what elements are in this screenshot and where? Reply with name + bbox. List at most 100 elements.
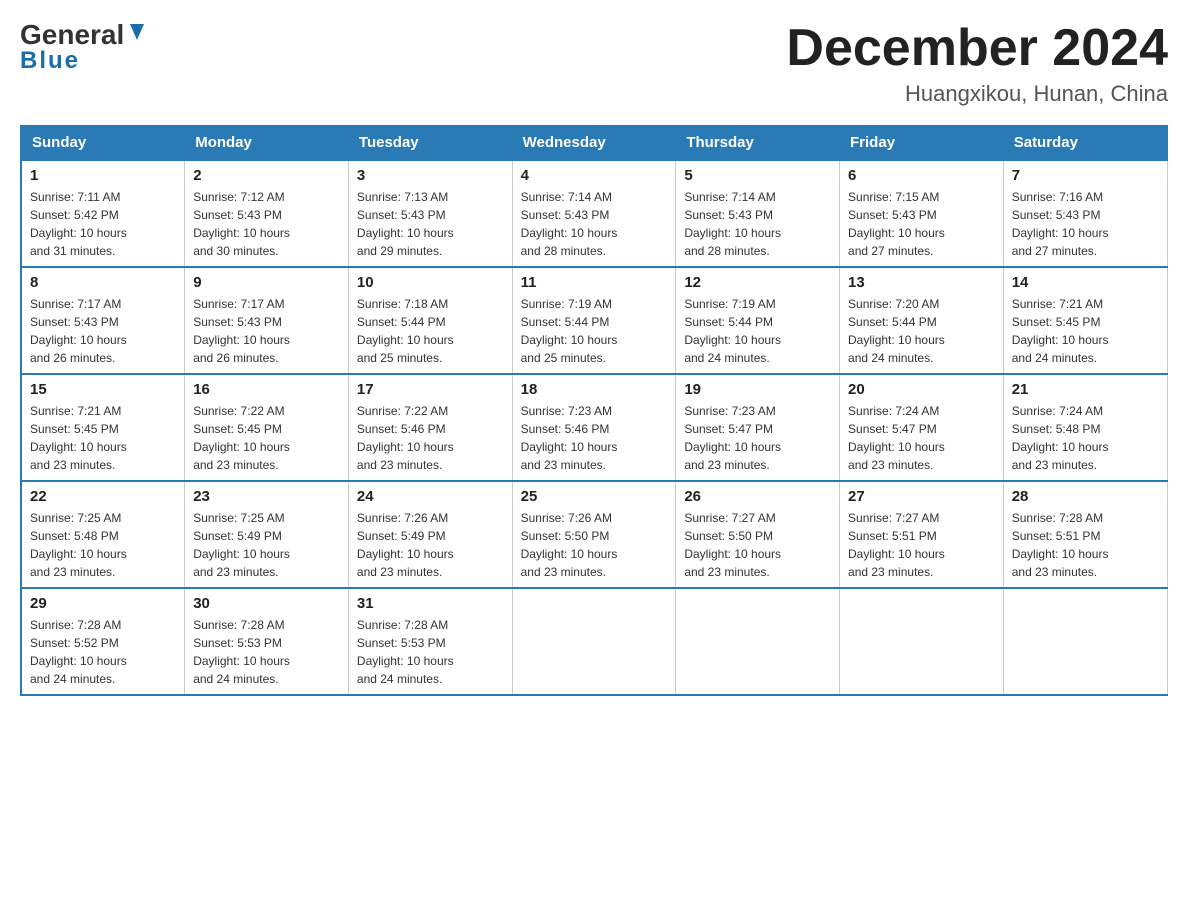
calendar-table: SundayMondayTuesdayWednesdayThursdayFrid… [20,125,1168,696]
day-info: Sunrise: 7:11 AMSunset: 5:42 PMDaylight:… [30,188,176,260]
day-info: Sunrise: 7:27 AMSunset: 5:51 PMDaylight:… [848,509,995,581]
title-block: December 2024 Huangxikou, Hunan, China [786,20,1168,107]
day-number: 9 [193,274,340,291]
day-number: 13 [848,274,995,291]
calendar-cell: 11 Sunrise: 7:19 AMSunset: 5:44 PMDayligh… [512,267,676,374]
calendar-cell: 29Sunrise: 7:28 AMSunset: 5:52 PMDayligh… [21,588,185,695]
day-number: 19 [684,381,831,398]
calendar-cell [1003,588,1167,695]
calendar-header-row: SundayMondayTuesdayWednesdayThursdayFrid… [21,126,1167,161]
day-info: Sunrise: 7:27 AMSunset: 5:50 PMDaylight:… [684,509,831,581]
calendar-cell: 14 Sunrise: 7:21 AMSunset: 5:45 PMDayligh… [1003,267,1167,374]
day-info: Sunrise: 7:24 AMSunset: 5:47 PMDaylight:… [848,402,995,474]
day-info: Sunrise: 7:23 AMSunset: 5:47 PMDaylight:… [684,402,831,474]
day-number: 8 [30,274,176,291]
day-info: Sunrise: 7:17 AMSunset: 5:43 PMDaylight:… [193,295,340,367]
day-info: Sunrise: 7:13 AMSunset: 5:43 PMDaylight:… [357,188,504,260]
calendar-cell: 30 Sunrise: 7:28 AMSunset: 5:53 PMDayligh… [185,588,349,695]
calendar-cell: 20 Sunrise: 7:24 AMSunset: 5:47 PMDayligh… [840,374,1004,481]
day-number: 22 [30,488,176,505]
day-info: Sunrise: 7:28 AMSunset: 5:52 PMDaylight:… [30,616,176,688]
calendar-cell: 21 Sunrise: 7:24 AMSunset: 5:48 PMDayligh… [1003,374,1167,481]
day-number: 5 [684,167,831,184]
day-info: Sunrise: 7:26 AMSunset: 5:50 PMDaylight:… [521,509,668,581]
logo-sub-text: Blue [20,47,80,75]
day-info: Sunrise: 7:19 AMSunset: 5:44 PMDaylight:… [521,295,668,367]
calendar-cell: 9 Sunrise: 7:17 AMSunset: 5:43 PMDaylight… [185,267,349,374]
day-header-saturday: Saturday [1003,126,1167,161]
calendar-cell: 12Sunrise: 7:19 AMSunset: 5:44 PMDayligh… [676,267,840,374]
day-info: Sunrise: 7:24 AMSunset: 5:48 PMDaylight:… [1012,402,1159,474]
calendar-cell: 8 Sunrise: 7:17 AMSunset: 5:43 PMDaylight… [21,267,185,374]
day-number: 4 [521,167,668,184]
day-number: 23 [193,488,340,505]
calendar-cell: 15Sunrise: 7:21 AMSunset: 5:45 PMDayligh… [21,374,185,481]
calendar-cell: 2 Sunrise: 7:12 AMSunset: 5:43 PMDaylight… [185,160,349,267]
page-header: General Blue December 2024 Huangxikou, H… [20,20,1168,107]
calendar-cell: 24Sunrise: 7:26 AMSunset: 5:49 PMDayligh… [348,481,512,588]
month-title: December 2024 [786,20,1168,77]
day-number: 18 [521,381,668,398]
calendar-cell: 5 Sunrise: 7:14 AMSunset: 5:43 PMDaylight… [676,160,840,267]
day-number: 24 [357,488,504,505]
calendar-cell: 13 Sunrise: 7:20 AMSunset: 5:44 PMDayligh… [840,267,1004,374]
logo: General Blue [20,20,148,75]
calendar-cell: 26 Sunrise: 7:27 AMSunset: 5:50 PMDayligh… [676,481,840,588]
day-info: Sunrise: 7:19 AMSunset: 5:44 PMDaylight:… [684,295,831,367]
calendar-cell: 28Sunrise: 7:28 AMSunset: 5:51 PMDayligh… [1003,481,1167,588]
day-info: Sunrise: 7:12 AMSunset: 5:43 PMDaylight:… [193,188,340,260]
day-number: 11 [521,274,668,291]
calendar-cell [676,588,840,695]
day-number: 1 [30,167,176,184]
calendar-cell: 23 Sunrise: 7:25 AMSunset: 5:49 PMDayligh… [185,481,349,588]
day-info: Sunrise: 7:22 AMSunset: 5:46 PMDaylight:… [357,402,504,474]
day-number: 2 [193,167,340,184]
calendar-cell: 6 Sunrise: 7:15 AMSunset: 5:43 PMDaylight… [840,160,1004,267]
day-number: 7 [1012,167,1159,184]
calendar-cell: 4 Sunrise: 7:14 AMSunset: 5:43 PMDaylight… [512,160,676,267]
day-info: Sunrise: 7:14 AMSunset: 5:43 PMDaylight:… [684,188,831,260]
calendar-week-row: 29Sunrise: 7:28 AMSunset: 5:52 PMDayligh… [21,588,1167,695]
day-info: Sunrise: 7:25 AMSunset: 5:48 PMDaylight:… [30,509,176,581]
calendar-cell: 16Sunrise: 7:22 AMSunset: 5:45 PMDayligh… [185,374,349,481]
calendar-week-row: 15Sunrise: 7:21 AMSunset: 5:45 PMDayligh… [21,374,1167,481]
day-number: 14 [1012,274,1159,291]
day-number: 3 [357,167,504,184]
calendar-week-row: 1 Sunrise: 7:11 AMSunset: 5:42 PMDaylight… [21,160,1167,267]
day-header-friday: Friday [840,126,1004,161]
day-number: 25 [521,488,668,505]
logo-arrow-icon [126,22,148,44]
calendar-cell [840,588,1004,695]
day-number: 31 [357,595,504,612]
calendar-cell: 31 Sunrise: 7:28 AMSunset: 5:53 PMDayligh… [348,588,512,695]
calendar-cell: 25 Sunrise: 7:26 AMSunset: 5:50 PMDayligh… [512,481,676,588]
day-info: Sunrise: 7:21 AMSunset: 5:45 PMDaylight:… [30,402,176,474]
day-number: 16 [193,381,340,398]
day-info: Sunrise: 7:21 AMSunset: 5:45 PMDaylight:… [1012,295,1159,367]
day-info: Sunrise: 7:28 AMSunset: 5:53 PMDaylight:… [357,616,504,688]
calendar-cell: 7 Sunrise: 7:16 AMSunset: 5:43 PMDaylight… [1003,160,1167,267]
location-title: Huangxikou, Hunan, China [786,81,1168,107]
day-number: 26 [684,488,831,505]
day-header-tuesday: Tuesday [348,126,512,161]
day-info: Sunrise: 7:18 AMSunset: 5:44 PMDaylight:… [357,295,504,367]
day-header-monday: Monday [185,126,349,161]
day-number: 30 [193,595,340,612]
day-info: Sunrise: 7:15 AMSunset: 5:43 PMDaylight:… [848,188,995,260]
day-number: 20 [848,381,995,398]
day-number: 27 [848,488,995,505]
calendar-cell: 1 Sunrise: 7:11 AMSunset: 5:42 PMDaylight… [21,160,185,267]
day-info: Sunrise: 7:25 AMSunset: 5:49 PMDaylight:… [193,509,340,581]
day-number: 6 [848,167,995,184]
day-info: Sunrise: 7:16 AMSunset: 5:43 PMDaylight:… [1012,188,1159,260]
day-info: Sunrise: 7:20 AMSunset: 5:44 PMDaylight:… [848,295,995,367]
day-info: Sunrise: 7:28 AMSunset: 5:53 PMDaylight:… [193,616,340,688]
calendar-cell: 18 Sunrise: 7:23 AMSunset: 5:46 PMDayligh… [512,374,676,481]
day-info: Sunrise: 7:14 AMSunset: 5:43 PMDaylight:… [521,188,668,260]
day-info: Sunrise: 7:17 AMSunset: 5:43 PMDaylight:… [30,295,176,367]
day-header-sunday: Sunday [21,126,185,161]
day-info: Sunrise: 7:23 AMSunset: 5:46 PMDaylight:… [521,402,668,474]
day-number: 21 [1012,381,1159,398]
day-info: Sunrise: 7:28 AMSunset: 5:51 PMDaylight:… [1012,509,1159,581]
calendar-cell: 17Sunrise: 7:22 AMSunset: 5:46 PMDayligh… [348,374,512,481]
